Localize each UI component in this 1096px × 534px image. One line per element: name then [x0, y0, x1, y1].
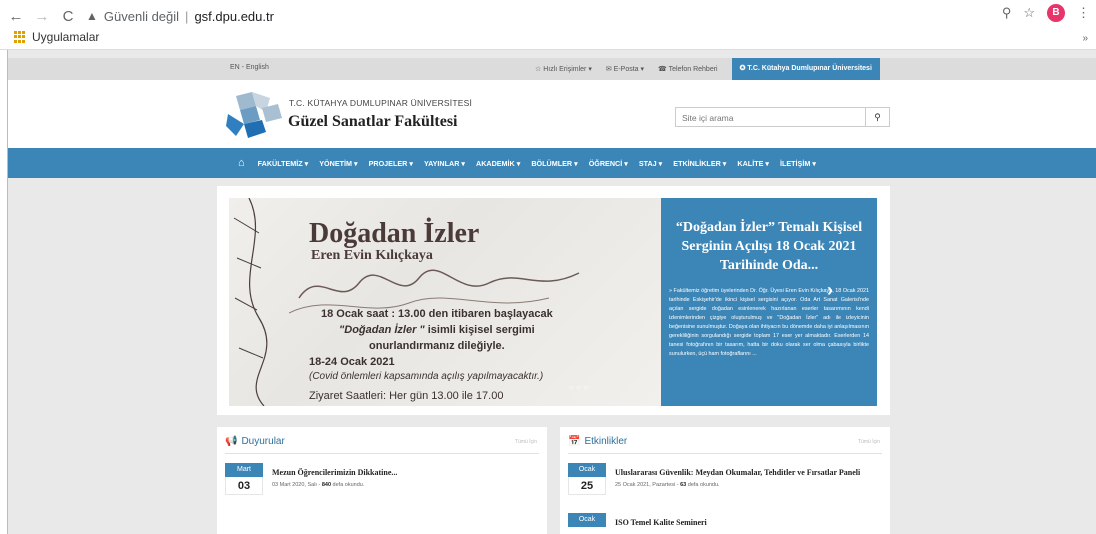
apps-grid-icon [14, 31, 26, 43]
meta-views: 840 [321, 482, 332, 488]
slide-pagination-dots[interactable]: ○ ○ ○ [569, 383, 588, 392]
events-panel: 📅 Etkinlikler Tümü İçin Ocak 25 Uluslara… [560, 427, 890, 534]
url-text: gsf.dpu.edu.tr [194, 8, 274, 24]
event-title[interactable]: Uluslararası Güvenlik: Meydan Okumalar, … [615, 468, 860, 477]
site-search: ⚲ [675, 107, 890, 127]
nav-item-projeler[interactable]: PROJELER ▾ [369, 159, 413, 168]
events-all-link[interactable]: Tümü İçin [858, 439, 880, 445]
zoom-icon[interactable]: ⚲ [1002, 5, 1012, 21]
nav-item-fakultemiz[interactable]: FAKÜLTEMİZ ▾ [258, 159, 309, 168]
slide-image[interactable]: Doğadan İzler Eren Evin Kılıçkaya 18 Oca… [229, 198, 661, 406]
announcement-meta: 03 Mart 2020, Salı - 840 defa okundu. [272, 482, 364, 488]
announcements-all-link[interactable]: Tümü İçin [515, 439, 537, 445]
date-month: Ocak [568, 513, 606, 527]
announcements-title[interactable]: Duyurular [241, 436, 284, 447]
nav-item-staj[interactable]: STAJ ▾ [639, 159, 662, 168]
date-badge: Ocak 25 [568, 463, 606, 495]
faculty-logo-icon[interactable] [226, 92, 286, 140]
slide-dates: 18-24 Ocak 2021 [309, 356, 395, 368]
nav-item-kalite[interactable]: KALİTE ▾ [737, 159, 769, 168]
nav-item-akademik[interactable]: AKADEMİK ▾ [476, 159, 520, 168]
nav-item-ogrenci[interactable]: ÖĞRENCİ ▾ [589, 159, 628, 168]
bookmarks-label: Uygulamalar [32, 30, 100, 44]
menu-icon[interactable]: ⋮ [1077, 5, 1090, 21]
slide-artist: Eren Evin Kılıçkaya [311, 248, 433, 263]
phone-book-link[interactable]: ☎ Telefon Rehberi [658, 65, 718, 73]
nav-item-bolumler[interactable]: BÖLÜMLER ▾ [531, 159, 577, 168]
meta-date: 03 Mart 2020, Salı - [272, 482, 322, 488]
date-day: 25 [568, 477, 606, 495]
slide-line-2-rest: isimli kişisel sergimi [424, 324, 535, 336]
date-month: Ocak [568, 463, 606, 477]
bookmark-apps[interactable]: Uygulamalar [14, 30, 99, 44]
events-title[interactable]: Etkinlikler [584, 436, 627, 447]
meta-date: 25 Ocak 2021, Pazartesi - [615, 482, 681, 488]
megaphone-icon: 📢 [225, 436, 238, 447]
meta-suffix: defa okundu. [686, 482, 720, 488]
quick-access-menu[interactable]: ☆ Hızlı Erişimler ▾ [535, 65, 592, 73]
slide-line-3: onurlandırmanız dileğiyle. [369, 340, 505, 352]
announcements-panel: 📢 Duyurular Tümü İçin Mart 03 Mezun Öğre… [217, 427, 547, 534]
date-day: 03 [225, 477, 263, 495]
date-badge: Ocak [568, 513, 606, 527]
slide-invitation: 18 Ocak saat : 13.00 den itibaren başlay… [321, 306, 553, 354]
faculty-title[interactable]: Güzel Sanatlar Fakültesi [288, 113, 458, 131]
star-icon[interactable]: ☆ [1023, 5, 1035, 21]
address-bar[interactable]: ▲ Güvenli değil | gsf.dpu.edu.tr [86, 9, 274, 24]
forward-icon[interactable]: → [32, 8, 52, 25]
nav-item-etkinlikler[interactable]: ETKİNLİKLER ▾ [673, 159, 726, 168]
slide-caption-panel[interactable]: “Doğadan İzler” Temalı Kişisel Serginin … [661, 198, 877, 406]
panel-divider [568, 453, 882, 454]
security-label: Güvenli değil [103, 8, 180, 24]
news-slider: Doğadan İzler Eren Evin Kılıçkaya 18 Oca… [217, 186, 890, 415]
search-icon[interactable]: ⚲ [865, 108, 889, 126]
nav-item-iletisim[interactable]: İLETİŞİM ▾ [780, 159, 816, 168]
nav-item-yayinlar[interactable]: YAYINLAR ▾ [424, 159, 465, 168]
leaf-decoration [233, 198, 268, 406]
slide-summary: » Fakültemiz öğretim üyelerinden Dr. Öğr… [669, 288, 869, 357]
slide-headline[interactable]: “Doğadan İzler” Temalı Kişisel Serginin … [669, 218, 869, 275]
slide-line-1: 18 Ocak saat : 13.00 den itibaren başlay… [321, 308, 553, 320]
date-month: Mart [225, 463, 263, 477]
slide-title: Doğadan İzler [309, 218, 480, 249]
event-meta: 25 Ocak 2021, Pazartesi - 63 defa okundu… [615, 482, 720, 488]
search-input[interactable] [676, 109, 856, 127]
slide-line-2-title: "Doğadan İzler " [339, 324, 425, 336]
language-link[interactable]: EN - English [230, 64, 269, 71]
site-header: T.C. KÜTAHYA DUMLUPINAR ÜNİVERSİTESİ Güz… [8, 80, 1096, 148]
panel-divider [225, 453, 539, 454]
university-link[interactable]: ✪ T.C. Kütahya Dumlupınar Üniversitesi [731, 58, 880, 80]
main-navbar: ⌂ FAKÜLTEMİZ ▾ YÖNETİM ▾ PROJELER ▾ YAYI… [8, 148, 1096, 178]
profile-avatar[interactable]: B [1047, 4, 1065, 22]
slide-covid-note: (Covid önlemleri kapsamında açılış yapıl… [309, 371, 544, 382]
meta-suffix: defa okundu. [331, 482, 365, 488]
page-content: EN - English ☆ Hızlı Erişimler ▾ ✉ E-Pos… [7, 50, 1096, 534]
top-bar: EN - English ☆ Hızlı Erişimler ▾ ✉ E-Pos… [8, 58, 1096, 80]
email-menu[interactable]: ✉ E-Posta ▾ [606, 65, 644, 73]
home-icon[interactable]: ⌂ [238, 157, 245, 169]
slider-next-icon[interactable]: › [827, 280, 833, 301]
event-title[interactable]: ISO Temel Kalite Semineri [615, 518, 707, 527]
warning-icon: ▲ [86, 9, 98, 23]
reload-icon[interactable]: C [58, 8, 78, 25]
bookmarks-overflow-icon[interactable]: » [1082, 33, 1088, 44]
university-subtitle: T.C. KÜTAHYA DUMLUPINAR ÜNİVERSİTESİ [289, 98, 473, 108]
slide-hours: Ziyaret Saatleri: Her gün 13.00 ile 17.0… [309, 390, 504, 402]
calendar-icon: 📅 [568, 436, 581, 447]
announcement-title[interactable]: Mezun Öğrencilerimizin Dikkatine... [272, 468, 397, 477]
address-separator: | [185, 8, 189, 24]
date-badge: Mart 03 [225, 463, 263, 495]
browser-chrome: ← → C ▲ Güvenli değil | gsf.dpu.edu.tr ⚲… [0, 0, 1096, 50]
back-icon[interactable]: ← [6, 8, 26, 25]
nav-item-yonetim[interactable]: YÖNETİM ▾ [319, 159, 357, 168]
